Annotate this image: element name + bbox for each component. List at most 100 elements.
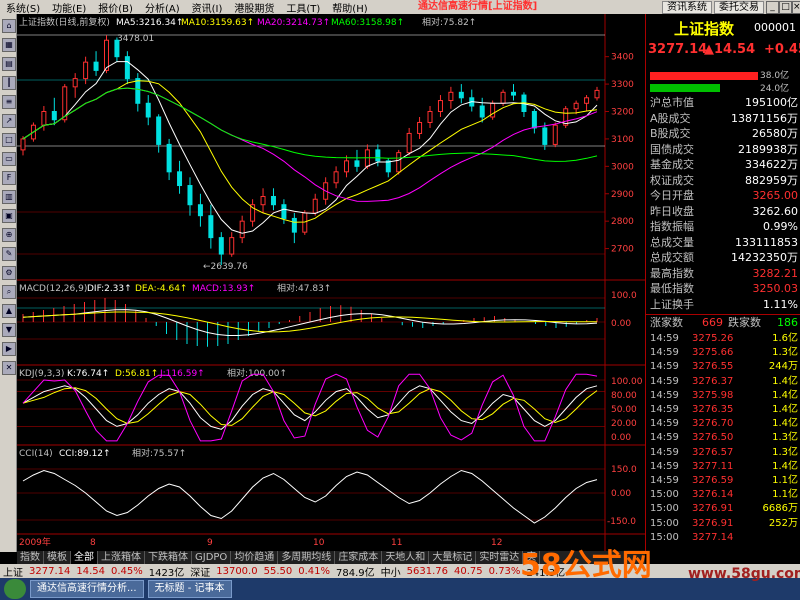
minimize-button[interactable]: _ [766,1,779,14]
arrow-up-icon[interactable]: ▲ [2,304,16,318]
bar-chart-icon[interactable]: ▥ [2,190,16,204]
tick-volume: 1.3亿 [772,432,798,444]
candle-body [145,102,151,118]
candle-body [218,237,224,255]
menu-function[interactable]: 功能(E) [46,0,92,15]
high-annotation: 3478.01 [117,34,154,44]
trade-button[interactable]: 委托交易 [714,1,764,14]
chart-area[interactable]: 上证指数(日线,前复权) MA5:3216.34↑ MA10:3159.63↑ … [17,14,645,551]
tick-price: 3275.98 [692,389,734,401]
exit-icon[interactable]: ✕ [2,361,16,375]
ma60-line [22,87,598,162]
settings-icon[interactable]: ⚙ [2,266,16,280]
menu-system[interactable]: 系统(S) [0,0,46,15]
candle-body [344,160,350,173]
x-label: 11 [391,538,402,548]
report-icon[interactable]: □ [2,133,16,147]
zoom-icon[interactable]: ⊕ [2,228,16,242]
macd-dea: DEA:-4.64↑ [135,284,187,294]
maximize-button[interactable]: □ [779,1,792,14]
main-chart-title: 上证指数(日线,前复权) [19,16,110,28]
tick-price: 3275.66 [692,347,734,359]
tab-index[interactable]: 指数 [17,551,44,564]
tab-dealer-cost[interactable]: 庄家成本 [335,551,383,564]
pen-icon[interactable]: ✎ [2,247,16,261]
home-icon[interactable]: ⌂ [2,19,16,33]
candle-body [114,39,120,58]
tab-template[interactable]: 模板 [44,551,71,564]
x-label: 12 [491,538,502,548]
list-icon[interactable]: ≡ [2,95,16,109]
info-system-button[interactable]: 资讯系统 [662,1,712,14]
start-button[interactable] [4,579,26,599]
news-icon[interactable]: ▭ [2,152,16,166]
tab-multi-ma[interactable]: 多周期均线 [278,551,336,564]
tick-row: 14:59 3276.57 1.3亿 [650,446,798,459]
menu-tools[interactable]: 工具(T) [280,0,326,15]
index-name: 上证指数 [674,20,735,38]
stat-row: B股成交 26580万 [650,127,798,141]
tick-time: 14:59 [650,475,679,486]
search-icon[interactable]: ⌕ [2,285,16,299]
stat-value: 3265.00 [752,189,799,202]
tab-up-box[interactable]: 上涨箱体 [98,551,145,564]
taskbar-notepad[interactable]: 无标题 - 记事本 [147,580,232,598]
sz-price: 13700.0 [216,565,258,577]
trend-icon[interactable]: ↗ [2,114,16,128]
kdj-rel: 相对:100.00↑ [227,367,287,379]
stat-label: 上证换手 [650,297,694,311]
stat-value: 14232350万 [731,251,798,264]
menu-analysis[interactable]: 分析(A) [139,0,186,15]
stat-label: 今日开盘 [650,189,694,202]
rise-label: 涨家数 [650,316,683,329]
arrow-down-icon[interactable]: ▼ [2,323,16,337]
window-icon[interactable]: ▣ [2,209,16,223]
candle-body [511,91,517,96]
tab-harmony[interactable]: 天地人和 [382,551,430,564]
stat-value: 13871156万 [731,111,798,125]
tick-volume: 1.3亿 [772,347,798,359]
x-label: 10 [313,538,325,548]
close-button[interactable]: × [792,1,800,14]
tab-down-box[interactable]: 下跌箱体 [145,551,192,564]
cci-line [22,469,598,524]
tab-avg-trend[interactable]: 均价趋通 [231,551,279,564]
tick-price: 3276.50 [692,432,734,444]
tab-gjdpo[interactable]: GJDPO [192,551,232,564]
arrow-right-icon[interactable]: ▶ [2,342,16,356]
tick-price: 3276.57 [692,446,734,458]
tab-volume-mark[interactable]: 大量标记 [429,551,477,564]
tick-time: 15:00 [650,517,679,529]
candle-body [187,185,193,206]
tick-price: 3276.59 [692,475,734,486]
zx-pct: 0.73% [488,565,521,577]
menu-quote[interactable]: 报价(B) [92,0,139,15]
stat-row: A股成交 13871156万 [650,112,798,126]
kdj-axis-tick: 100.00 [611,377,643,387]
macd-value: MACD:13.93↑ [192,284,255,294]
tab-all[interactable]: 全部 [71,551,98,564]
menu-help[interactable]: 帮助(H) [326,0,373,15]
price-axis-tick: 2700 [611,245,634,255]
menu-info[interactable]: 资讯(I) [186,0,229,15]
candle-body [375,149,381,162]
candle-body [20,138,26,151]
volume-bar-down-label: 24.0亿 [760,84,790,94]
candle-body [396,152,402,173]
tab-radar[interactable]: 实时雷达 [476,551,524,564]
menu-hk-futures[interactable]: 港股期货 [228,0,280,15]
tick-time: 14:59 [650,404,679,415]
grid-icon[interactable]: ▦ [2,38,16,52]
candle-body [291,217,297,233]
watermark-logo: 58公式网 [520,548,652,583]
taskbar-tdx[interactable]: 通达信高速行情分析... [30,580,144,598]
kdj-j: J:116.59↑ [159,369,205,379]
stat-row: 国债成交 2189938万 [650,143,798,157]
chart-icon[interactable]: ▤ [2,57,16,71]
kdj-k-line [22,385,598,430]
tick-time: 14:59 [650,460,679,472]
candle-body [573,102,579,110]
candle-body [208,215,214,239]
kline-icon[interactable]: ┃ [2,76,16,90]
f10-icon[interactable]: F [2,171,16,185]
